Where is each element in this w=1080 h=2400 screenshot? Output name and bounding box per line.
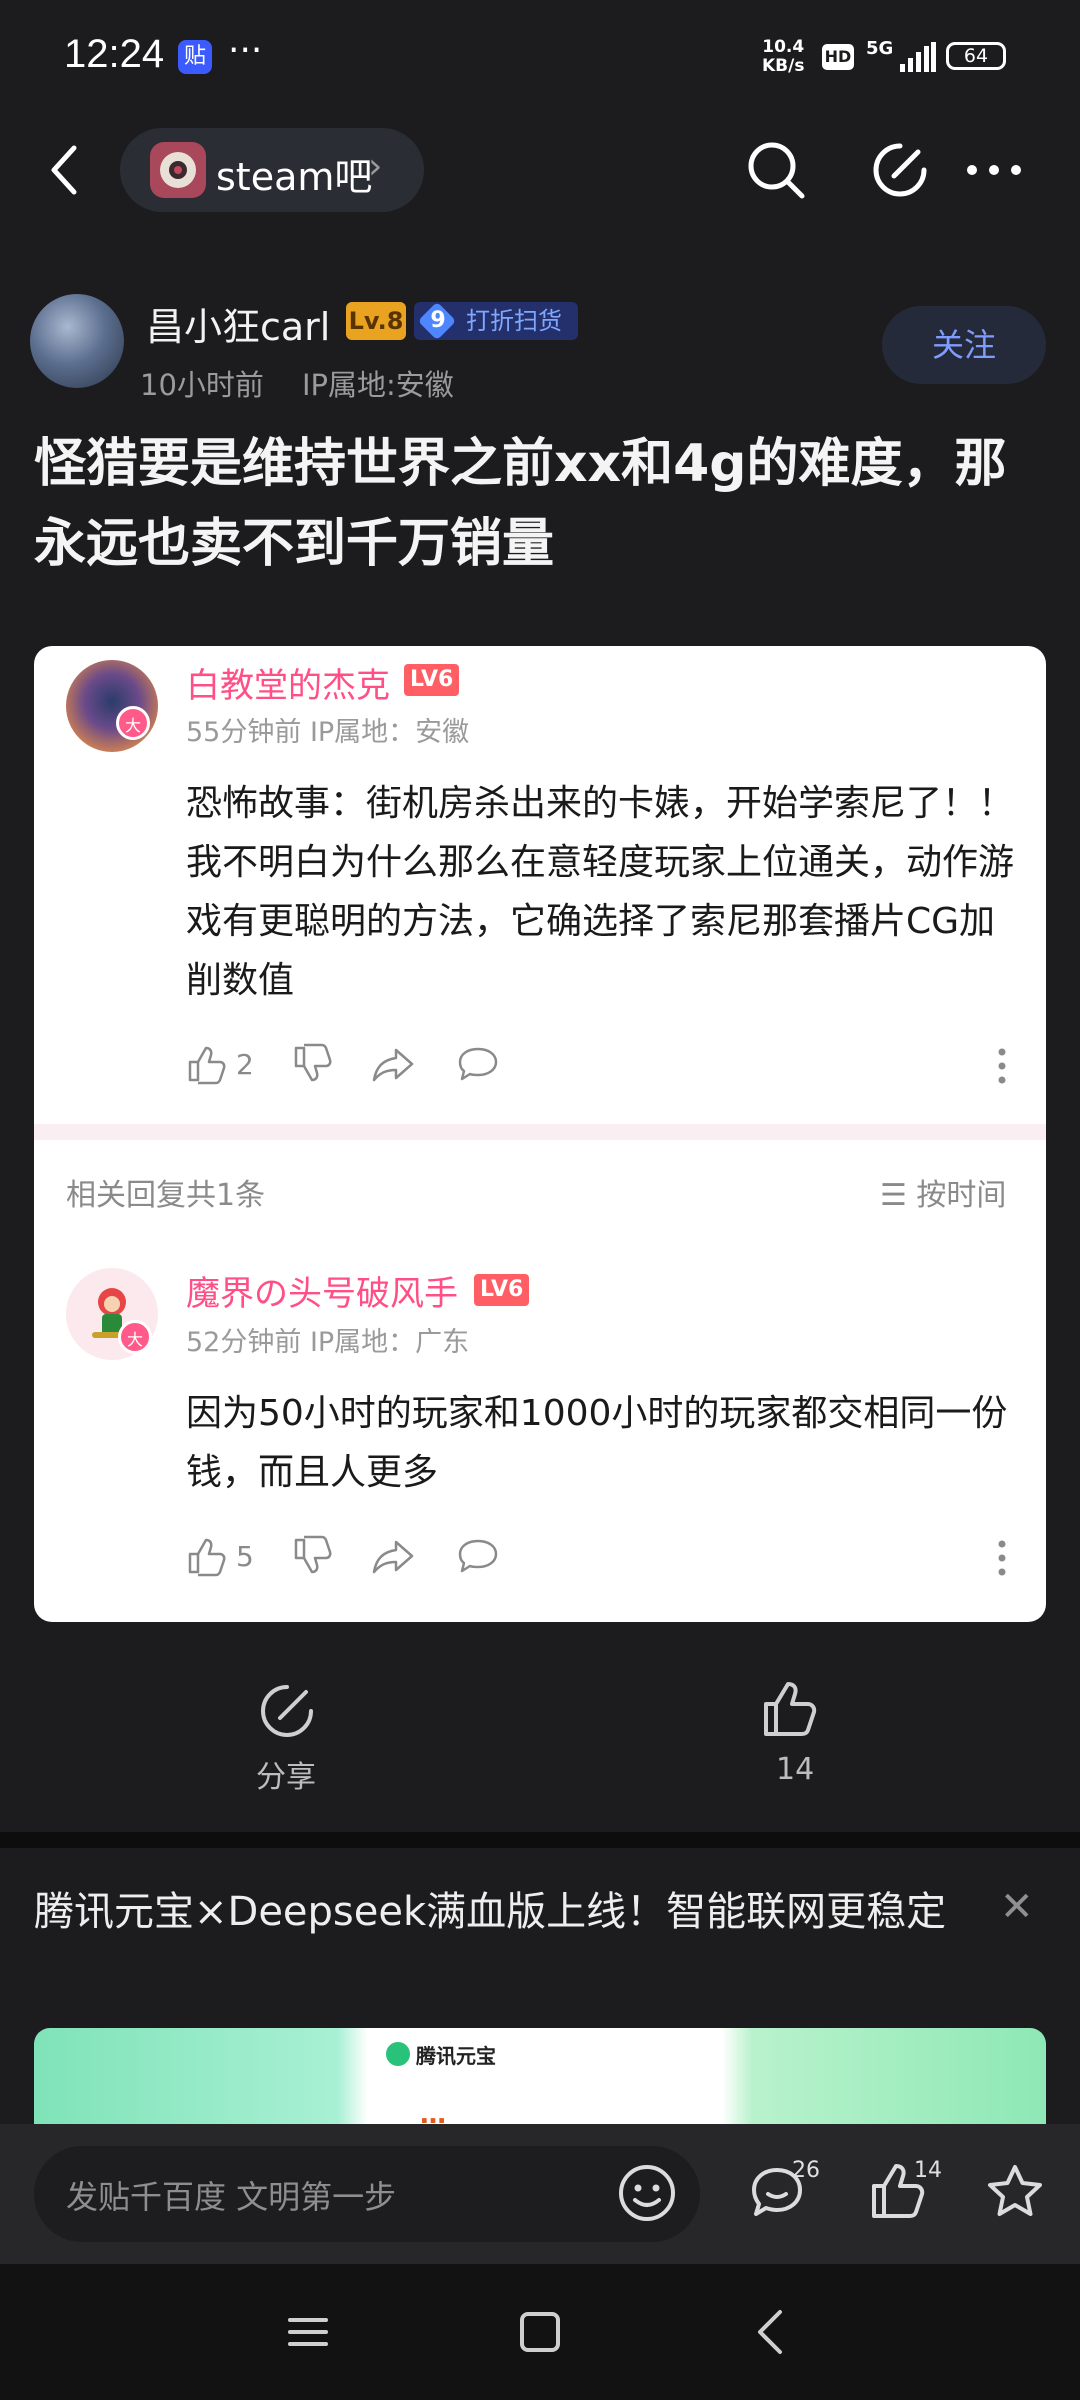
comment-actions: 2 (184, 1042, 538, 1086)
commenter-name[interactable]: 白教堂的杰克 (186, 658, 390, 707)
reply-count: 26 (792, 2158, 820, 2183)
comment-meta: 52分钟前 IP属地：广东 (186, 1327, 470, 1358)
comment-placeholder[interactable]: 发贴千百度 文明第一步 (66, 2172, 396, 2218)
share-arrow-icon[interactable] (370, 1042, 418, 1086)
hd-icon: HD (822, 44, 854, 70)
post-time: 10小时前 (140, 368, 264, 402)
post-like-count: 14 (776, 1752, 815, 1787)
thumbs-up-icon (188, 1046, 226, 1085)
status-more-icon: ··· (228, 30, 263, 71)
signal-icon (900, 42, 936, 72)
fan-badge-label: 打折扫货 (466, 307, 562, 335)
more-icon[interactable] (964, 160, 1024, 180)
share-label[interactable]: 分享 (256, 1752, 316, 1796)
forum-name[interactable]: steam吧 (216, 146, 372, 201)
comment-more-icon[interactable] (992, 1538, 1012, 1578)
vip-badge: 大 (116, 706, 150, 740)
thumbs-down-icon[interactable] (290, 1042, 334, 1086)
status-time: 12:24 (64, 32, 165, 76)
share-icon[interactable] (258, 1682, 316, 1740)
author-name[interactable]: 昌小狂carl (146, 296, 330, 351)
post-ip: IP属地:安徽 (302, 368, 454, 402)
forum-avatar (150, 142, 206, 198)
battery-icon: 64 (946, 42, 1006, 70)
edit-icon[interactable] (868, 138, 932, 202)
level-badge: Lv.8 (346, 302, 406, 340)
comment-text: 恐怖故事：街机房杀出来的卡婊，开始学索尼了！！我不明白为什么那么在意轻度玩家上位… (186, 783, 1015, 1001)
ad-logo-text: 腾讯元宝 (416, 2044, 496, 2068)
tieba-notification-icon: 贴 (178, 40, 212, 74)
fan-level: 9 (430, 308, 446, 333)
star-icon[interactable] (984, 2162, 1046, 2224)
network-speed-value: 10.4 (762, 37, 805, 57)
commenter-level: LV6 (404, 664, 460, 696)
like-button[interactable]: 5 (184, 1534, 254, 1578)
ad-banner-image[interactable] (34, 2028, 1046, 2124)
chevron-right-icon: › (368, 146, 383, 187)
comment-more-icon[interactable] (992, 1046, 1012, 1086)
comment-icon[interactable] (454, 1534, 502, 1578)
ad-title[interactable]: 腾讯元宝×Deepseek满血版上线！智能联网更稳定 (34, 1876, 974, 1948)
commenter-name[interactable]: 魔界の头号破风手 (186, 1266, 458, 1315)
vip-badge: 大 (118, 1320, 152, 1354)
card-divider (34, 1124, 1046, 1140)
commenter-level: LV6 (474, 1274, 530, 1306)
author-avatar[interactable] (30, 294, 124, 388)
emoji-icon[interactable] (616, 2162, 678, 2224)
comment-text: 因为50小时的玩家和1000小时的玩家都交相同一份钱，而且人更多 (186, 1393, 1008, 1493)
related-replies-count: 相关回复共1条 (66, 1178, 266, 1213)
commenter-avatar[interactable] (66, 660, 158, 752)
back-nav-icon[interactable] (752, 2306, 788, 2358)
thumbs-up-icon (188, 1538, 226, 1577)
section-separator (0, 1832, 1080, 1848)
like-button[interactable]: 2 (184, 1042, 254, 1086)
yuanbao-logo-icon (386, 2042, 410, 2066)
steam-logo-icon (160, 152, 196, 188)
menu-icon[interactable] (288, 2312, 328, 2352)
like-count: 2 (236, 1047, 254, 1081)
comment-icon[interactable] (454, 1042, 502, 1086)
back-icon[interactable] (44, 140, 84, 200)
home-icon[interactable] (518, 2310, 562, 2354)
network-speed-unit: KB/s (762, 56, 805, 76)
post-title: 怪猎要是维持世界之前xx和4g的难度，那永远也卖不到千万销量 (34, 434, 1007, 574)
bottom-like-count: 14 (914, 2158, 942, 2183)
sort-by-time-button[interactable]: ☰ 按时间 (880, 1170, 1006, 1214)
share-arrow-icon[interactable] (370, 1534, 418, 1578)
thumbs-up-icon[interactable] (760, 1678, 822, 1740)
network-speed: 10.4 KB/s (762, 38, 804, 76)
follow-button[interactable]: 关注 (882, 306, 1046, 384)
close-icon[interactable]: ✕ (1000, 1884, 1034, 1930)
thumbs-down-icon[interactable] (290, 1534, 334, 1578)
network-type: 5G (866, 38, 894, 59)
comment-actions: 5 (184, 1534, 538, 1578)
comment-meta: 55分钟前 IP属地：安徽 (186, 717, 470, 748)
search-icon[interactable] (744, 138, 808, 202)
like-count: 5 (236, 1539, 254, 1573)
